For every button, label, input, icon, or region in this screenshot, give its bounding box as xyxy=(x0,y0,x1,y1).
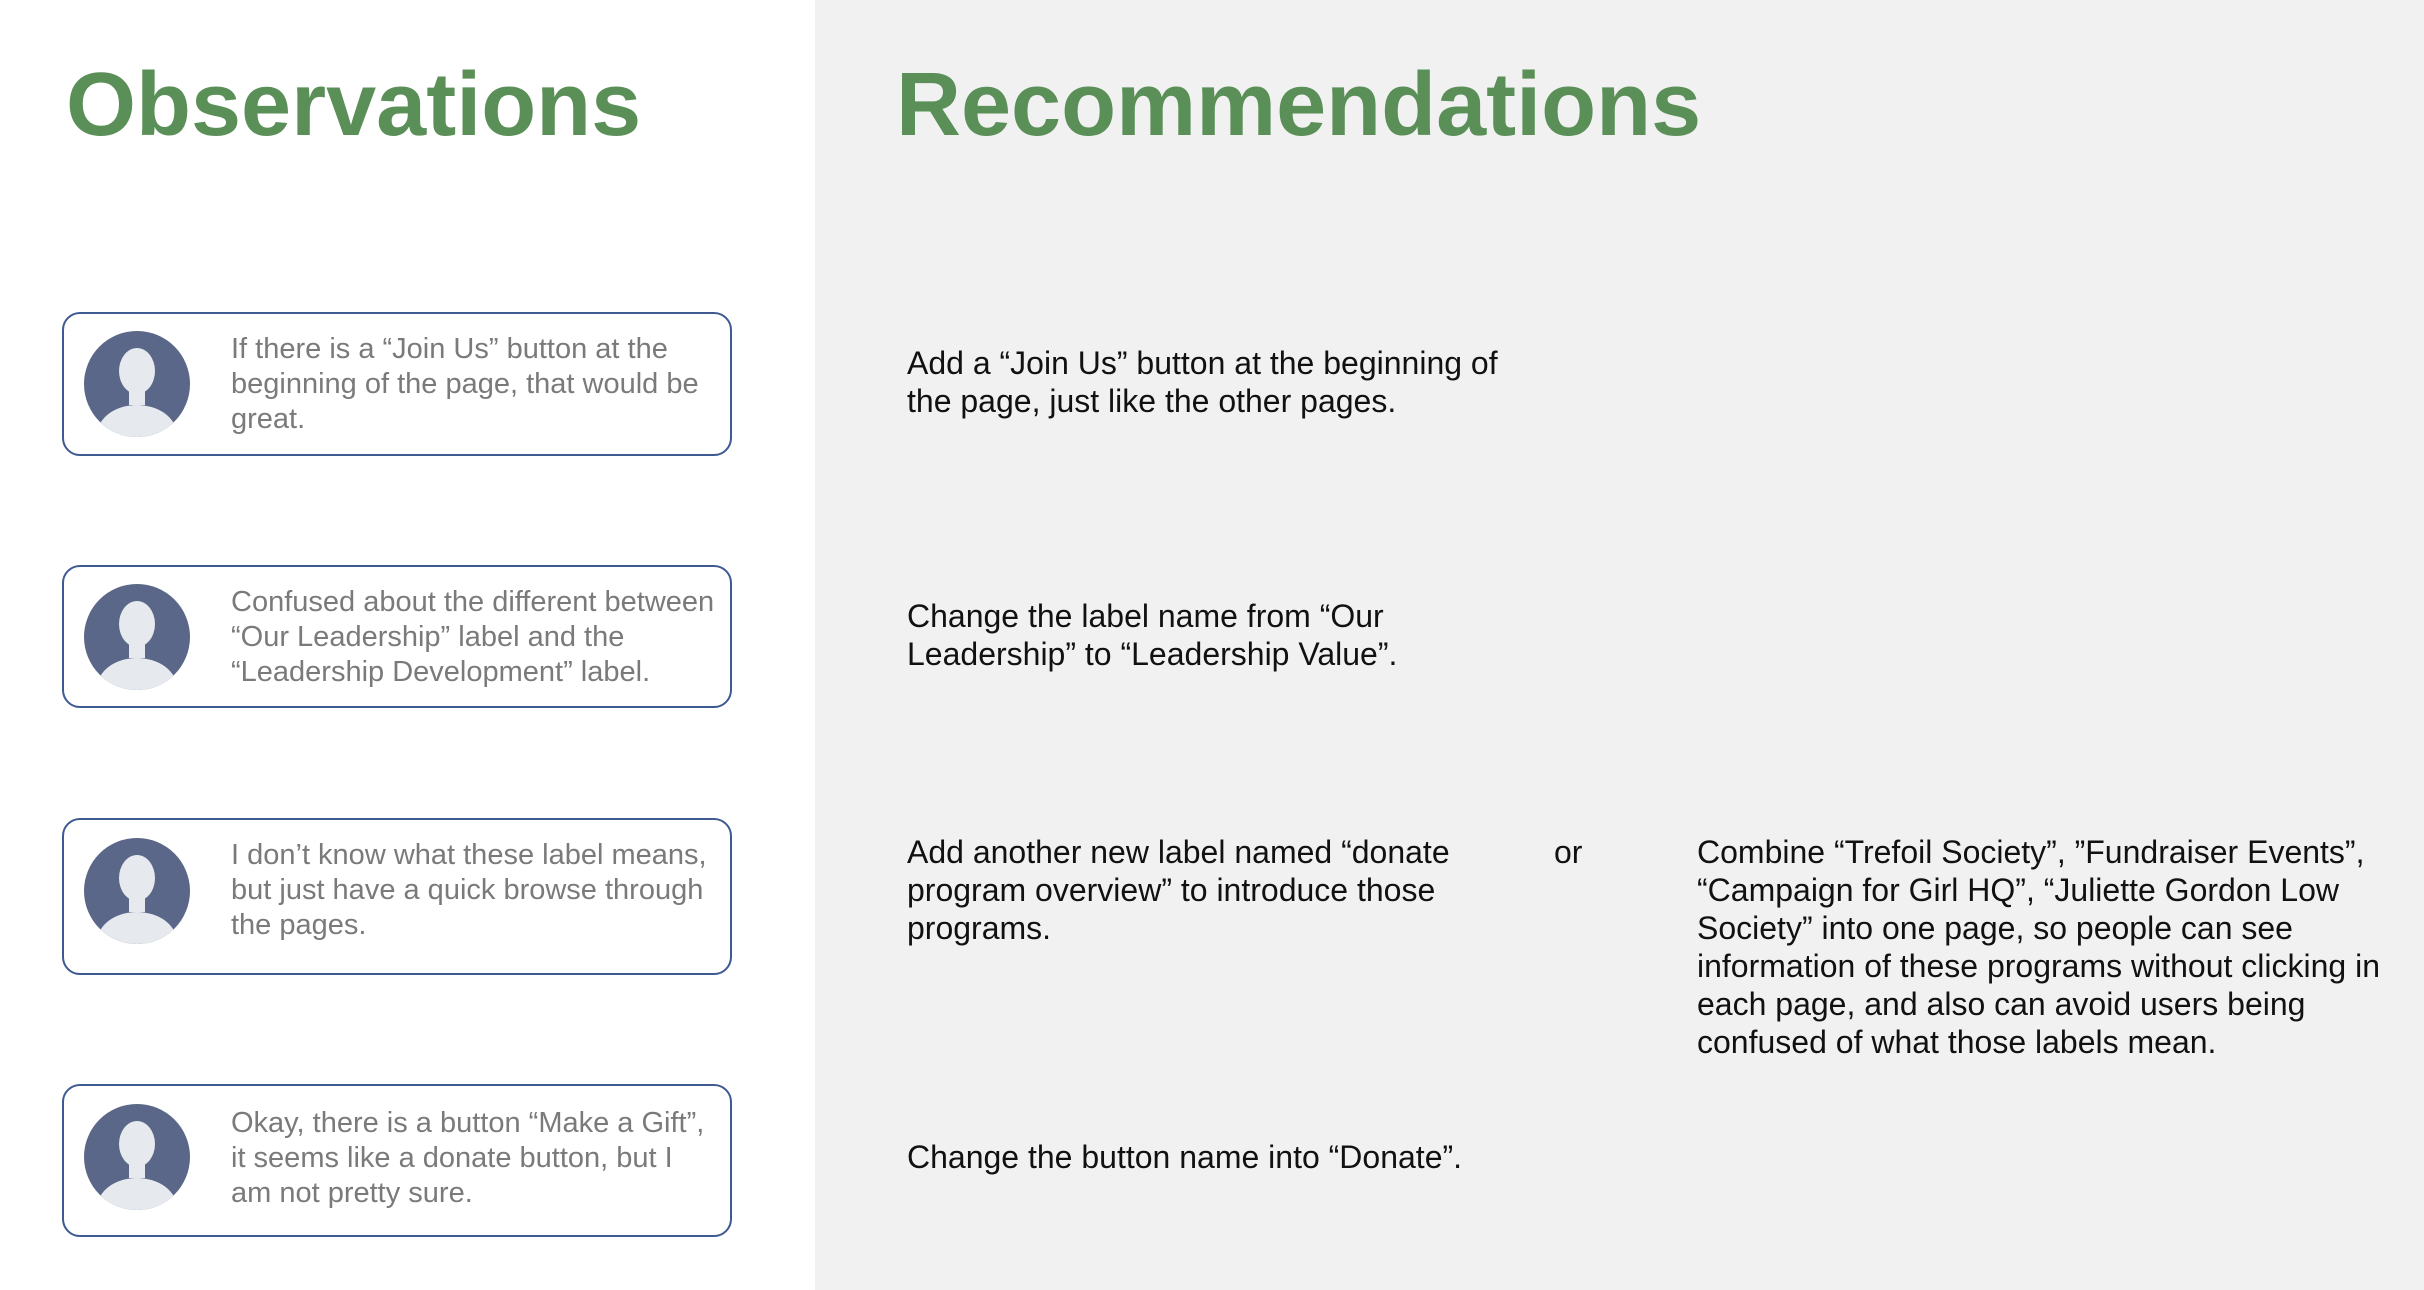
user-avatar-icon xyxy=(84,331,190,437)
observations-panel: Observations If there is a “Join Us” but… xyxy=(0,0,815,1290)
observation-card: Confused about the different between “Ou… xyxy=(62,565,732,708)
or-label: or xyxy=(1554,834,1583,870)
recommendation-text: Add a “Join Us” button at the beginning … xyxy=(907,345,1498,419)
recommendation-text: Change the button name into “Donate”. xyxy=(907,1139,1463,1175)
user-avatar-icon xyxy=(84,838,190,944)
recommendation-text: Add another new label named “donate prog… xyxy=(907,834,1450,946)
slide: Observations If there is a “Join Us” but… xyxy=(0,0,2424,1290)
observation-card: I don’t know what these label means, but… xyxy=(62,818,732,975)
observation-quote: Confused about the different between “Ou… xyxy=(231,586,715,688)
observation-card: If there is a “Join Us” button at the be… xyxy=(62,312,732,456)
recommendations-title: Recommendations xyxy=(896,55,1702,155)
observations-title: Observations xyxy=(66,55,642,155)
observation-card: Okay, there is a button “Make a Gift”, i… xyxy=(62,1084,732,1237)
observation-quote: If there is a “Join Us” button at the be… xyxy=(231,333,699,435)
recommendation-alternative: Combine “Trefoil Society”, ”Fundraiser E… xyxy=(1697,834,2380,1060)
user-avatar-icon xyxy=(84,584,190,690)
observation-quote: Okay, there is a button “Make a Gift”, i… xyxy=(231,1107,705,1209)
user-avatar-icon xyxy=(84,1104,190,1210)
recommendation-text: Change the label name from “Our Leadersh… xyxy=(907,598,1398,672)
observation-quote: I don’t know what these label means, but… xyxy=(231,839,707,941)
